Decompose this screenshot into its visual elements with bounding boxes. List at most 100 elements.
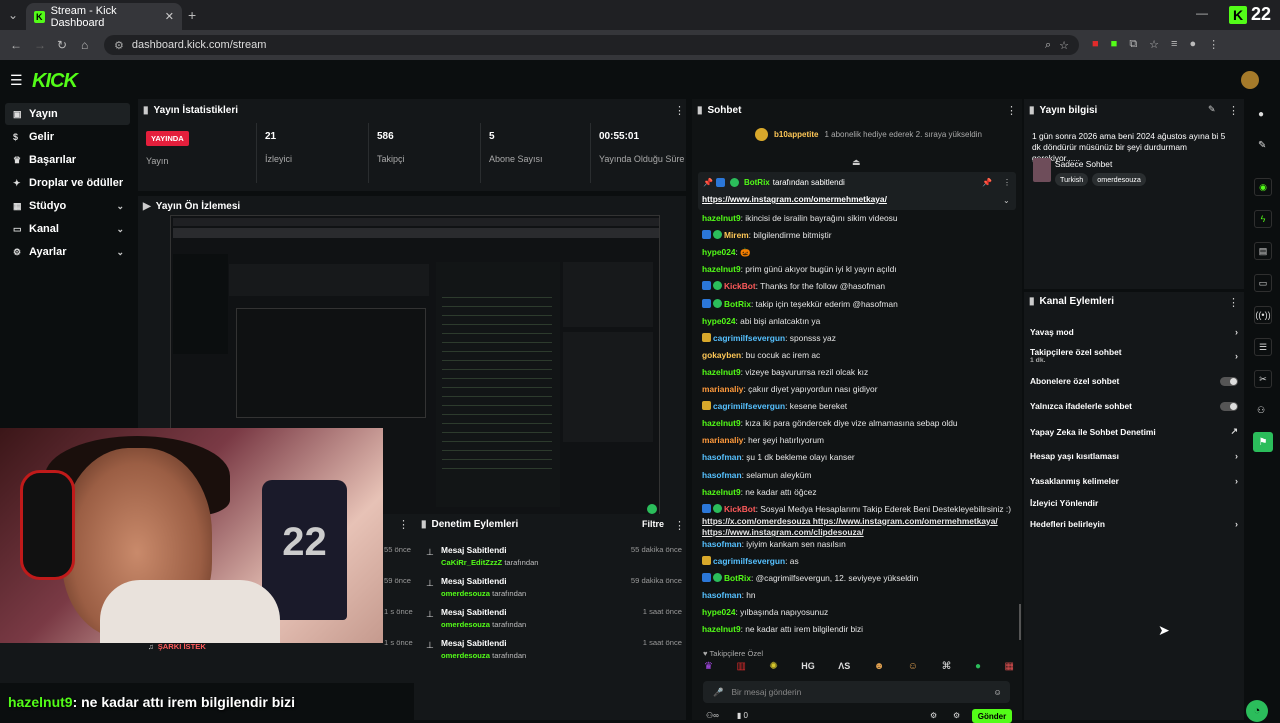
sidebar-item-2[interactable]: ♛ Başarılar	[5, 149, 130, 171]
media-icon[interactable]: ≡	[1171, 38, 1177, 51]
chat-gear-icon[interactable]: ⚙	[953, 711, 960, 720]
pinned-expand-icon[interactable]: ⌄	[1003, 196, 1010, 205]
emote-5-icon[interactable]: ΛS	[838, 661, 850, 677]
action-row[interactable]: Yasaklanmış kelimeler ›	[1030, 476, 1238, 486]
rail-edit-icon[interactable]: ✎	[1258, 140, 1266, 151]
chat-username[interactable]: BotRix	[724, 299, 751, 309]
chat-scrollbar[interactable]	[1019, 604, 1021, 640]
chat-username[interactable]: marianaliy	[702, 384, 743, 394]
sidebar-item-3[interactable]: ✦ Droplar ve ödüller	[5, 172, 130, 194]
emoji-picker-icon[interactable]: ☺	[993, 687, 1002, 697]
pinned-link[interactable]: https://www.instagram.com/omermehmetkaya…	[702, 194, 887, 204]
tag-chip[interactable]: omerdesouza	[1092, 173, 1146, 186]
chevron-right-icon[interactable]: ›	[1235, 476, 1238, 486]
chat-username[interactable]: cagrimilfsevergun	[713, 401, 785, 411]
extension-kick-icon[interactable]: ■	[1111, 38, 1118, 51]
chat-username[interactable]: hazelnut9	[702, 213, 741, 223]
emote-7-icon[interactable]: ☺	[908, 661, 918, 677]
browser-menu-icon[interactable]: ⋮	[1208, 38, 1219, 51]
chat-username[interactable]: hasofman	[702, 590, 742, 600]
pinned-by-user[interactable]: BotRix	[744, 178, 770, 187]
unpin-icon[interactable]: 📌	[982, 178, 992, 187]
emote-6-icon[interactable]: ☻	[874, 661, 885, 677]
rail-chat-icon[interactable]: ▭	[1254, 274, 1272, 292]
modlog-filter-button[interactable]: Filtre	[642, 519, 664, 529]
rail-broadcast-icon[interactable]: ((•))	[1254, 306, 1272, 324]
modlog-username[interactable]: CaKiRr_EditZzzZ	[441, 558, 502, 567]
action-row[interactable]: İzleyici Yönlendir	[1030, 498, 1238, 508]
chat-username[interactable]: hype024	[702, 247, 736, 257]
emote-10-icon[interactable]: ▦	[1004, 661, 1013, 677]
tab-close-icon[interactable]: ✕	[165, 10, 174, 23]
rail-tool-icon[interactable]: ✂	[1254, 370, 1272, 388]
chat-username[interactable]: BotRix	[724, 573, 751, 583]
chat-username[interactable]: gokayben	[702, 350, 741, 360]
modlog-username[interactable]: omerdesouza	[441, 651, 490, 660]
tag-chip[interactable]: Turkish	[1055, 173, 1089, 186]
partial-menu-icon[interactable]: ⋮	[398, 518, 409, 531]
rail-users-icon[interactable]: ⚇	[1257, 405, 1265, 416]
back-icon[interactable]: ←	[10, 38, 22, 52]
rail-active-icon[interactable]: ⚑	[1253, 432, 1273, 452]
help-chat-icon[interactable]: ◔	[1246, 700, 1268, 722]
bookmarks-icon[interactable]: ☆	[1149, 38, 1159, 51]
chat-username[interactable]: hazelnut9	[702, 418, 741, 428]
emote-3-icon[interactable]: ✺	[769, 661, 777, 677]
chat-username[interactable]: KickBot	[724, 281, 756, 291]
address-bar[interactable]: ⚙ dashboard.kick.com/stream ⌕ ☆	[104, 35, 1079, 55]
sidebar-item-5[interactable]: ▭ Kanal ⌄	[5, 218, 130, 240]
browser-tab[interactable]: K Stream - Kick Dashboard ✕	[26, 3, 182, 30]
action-row[interactable]: Takipçilere özel sohbet 1 dk. ›	[1030, 347, 1238, 364]
send-button[interactable]: Gönder	[972, 709, 1012, 723]
edit-icon[interactable]: ✎	[1208, 104, 1216, 115]
chevron-right-icon[interactable]: ›	[1235, 327, 1238, 337]
chat-username[interactable]: Mirem	[724, 230, 749, 240]
rail-bolt-icon[interactable]: ϟ	[1254, 210, 1272, 228]
chat-username[interactable]: hazelnut9	[702, 367, 741, 377]
stats-menu-icon[interactable]: ⋮	[674, 104, 685, 117]
chat-username[interactable]: hasofman	[702, 470, 742, 480]
chat-username[interactable]: marianaliy	[702, 435, 743, 445]
kick-profile-counter[interactable]: K 22	[1229, 4, 1271, 25]
category-name[interactable]: Sadece Sohbet	[1055, 159, 1112, 169]
chat-input[interactable]: 🎤 Bir mesaj gönderin ☺	[703, 681, 1010, 703]
action-row[interactable]: Hesap yaşı kısıtlaması ›	[1030, 451, 1238, 461]
sidebar-item-1[interactable]: $ Gelir	[5, 126, 130, 148]
chat-username[interactable]: hazelnut9	[702, 264, 741, 274]
rail-doc-icon[interactable]: ▤	[1254, 242, 1272, 260]
toggle-switch[interactable]	[1220, 401, 1238, 411]
chat-username[interactable]: hasofman	[702, 452, 742, 462]
tab-search-icon[interactable]: ⌄	[8, 8, 18, 22]
emote-1-icon[interactable]: ♛	[704, 661, 713, 677]
kick-logo[interactable]: KICK	[32, 70, 78, 93]
chat-username[interactable]: hazelnut9	[702, 487, 741, 497]
bookmark-star-icon[interactable]: ☆	[1059, 39, 1069, 52]
modlog-username[interactable]: omerdesouza	[441, 589, 490, 598]
chat-menu-icon[interactable]: ⋮	[1006, 104, 1017, 117]
chat-username[interactable]: hype024	[702, 607, 736, 617]
emote-9-icon[interactable]: ●	[975, 661, 981, 677]
chat-username[interactable]: cagrimilfsevergun	[713, 333, 785, 343]
modlog-menu-icon[interactable]: ⋮	[674, 519, 685, 532]
new-tab-icon[interactable]: +	[188, 7, 196, 23]
chevron-down-icon[interactable]: ⌄	[116, 201, 124, 212]
profile-avatar-icon[interactable]: ●	[1189, 38, 1196, 51]
action-row[interactable]: Abonelere özel sohbet	[1030, 376, 1238, 386]
chevron-right-icon[interactable]: ›	[1235, 351, 1238, 361]
gift-username[interactable]: b10appetite	[774, 130, 818, 139]
rail-list-icon[interactable]: ☰	[1254, 338, 1272, 356]
chat-link[interactable]: https://x.com/omerdesouza https://www.in…	[702, 516, 998, 526]
rail-info-icon[interactable]: ●	[1258, 109, 1264, 120]
home-icon[interactable]: ⌂	[81, 38, 88, 52]
emote-8-icon[interactable]: ⌘	[941, 661, 951, 677]
action-row[interactable]: Yavaş mod ›	[1030, 327, 1238, 337]
chat-username[interactable]: hype024	[702, 316, 736, 326]
extension-red-icon[interactable]: ■	[1092, 38, 1099, 51]
modlog-username[interactable]: omerdesouza	[441, 620, 490, 629]
action-row[interactable]: Hedefleri belirleyin ›	[1030, 519, 1238, 529]
chevron-right-icon[interactable]: ›	[1235, 451, 1238, 461]
chat-username[interactable]: hazelnut9	[702, 624, 741, 634]
emote-4-icon[interactable]: HG	[801, 661, 815, 677]
mic-icon[interactable]: 🎤	[713, 687, 723, 698]
actions-menu-icon[interactable]: ⋮	[1228, 296, 1239, 309]
